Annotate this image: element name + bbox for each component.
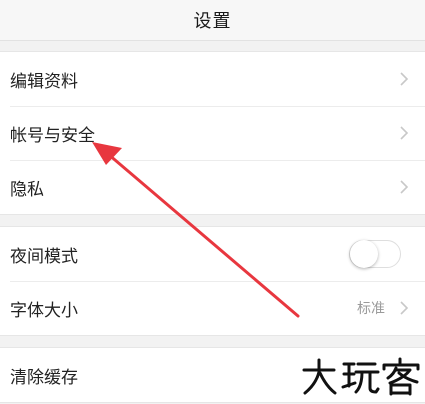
- settings-group-display: 夜间模式 字体大小 标准: [0, 226, 425, 336]
- chevron-right-icon: [397, 72, 411, 86]
- settings-item-night-mode: 夜间模式: [0, 227, 425, 281]
- toggle-knob: [350, 240, 378, 268]
- settings-item-label: 帐号与安全: [10, 125, 95, 146]
- chevron-right-icon: [397, 126, 411, 140]
- settings-item-font-size[interactable]: 字体大小 标准: [0, 281, 425, 335]
- font-size-value: 标准: [357, 301, 385, 317]
- settings-item-label: 编辑资料: [10, 71, 78, 92]
- settings-item-privacy[interactable]: 隐私: [0, 160, 425, 214]
- settings-group-account: 编辑资料 帐号与安全 隐私: [0, 51, 425, 215]
- settings-item-label: 字体大小: [10, 300, 78, 321]
- chevron-right-icon: [397, 180, 411, 194]
- dawanke-watermark-logo: [302, 357, 420, 396]
- header-bar: 设置: [0, 0, 425, 41]
- night-mode-toggle[interactable]: [349, 240, 401, 268]
- settings-item-edit-profile[interactable]: 编辑资料: [0, 52, 425, 106]
- page-title: 设置: [193, 11, 232, 32]
- settings-item-account-security[interactable]: 帐号与安全: [0, 106, 425, 160]
- settings-item-label: 隐私: [10, 179, 44, 200]
- chevron-right-icon: [397, 301, 411, 315]
